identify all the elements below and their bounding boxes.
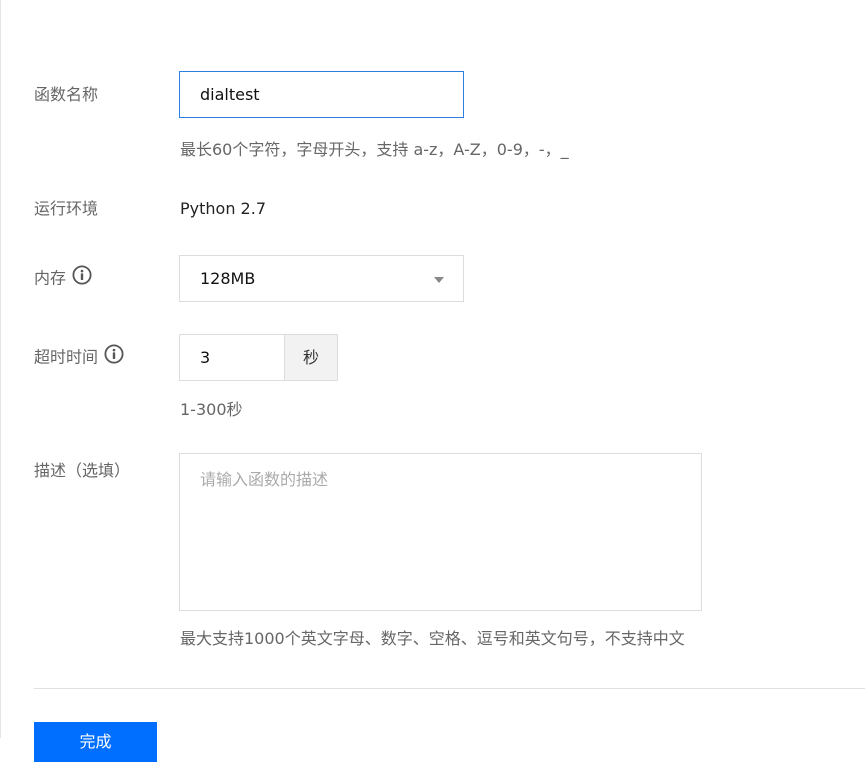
info-icon[interactable] bbox=[72, 265, 92, 290]
description-label: 描述（选填） bbox=[34, 461, 131, 480]
info-icon[interactable] bbox=[104, 344, 124, 369]
chevron-down-icon bbox=[434, 277, 444, 283]
function-name-label: 函数名称 bbox=[34, 85, 99, 104]
timeout-label-row: 超时时间 bbox=[34, 344, 124, 369]
memory-label: 内存 bbox=[34, 268, 67, 288]
function-name-hint: 最长60个字符，字母开头，支持 a-z，A-Z，0-9，-，_ bbox=[180, 140, 569, 159]
timeout-input[interactable] bbox=[179, 334, 285, 381]
memory-select-value: 128MB bbox=[200, 269, 256, 288]
submit-button[interactable]: 完成 bbox=[34, 722, 157, 762]
function-name-input[interactable] bbox=[179, 71, 464, 118]
page-left-border bbox=[0, 0, 1, 738]
memory-label-row: 内存 bbox=[34, 265, 92, 290]
runtime-value: Python 2.7 bbox=[180, 199, 266, 218]
divider bbox=[34, 688, 865, 689]
timeout-label: 超时时间 bbox=[34, 347, 99, 367]
memory-select[interactable]: 128MB bbox=[179, 255, 464, 302]
runtime-label: 运行环境 bbox=[34, 199, 99, 218]
timeout-unit: 秒 bbox=[284, 334, 338, 381]
description-textarea[interactable] bbox=[179, 453, 702, 611]
timeout-hint: 1-300秒 bbox=[180, 400, 243, 419]
description-hint: 最大支持1000个英文字母、数字、空格、逗号和英文句号，不支持中文 bbox=[180, 629, 685, 648]
